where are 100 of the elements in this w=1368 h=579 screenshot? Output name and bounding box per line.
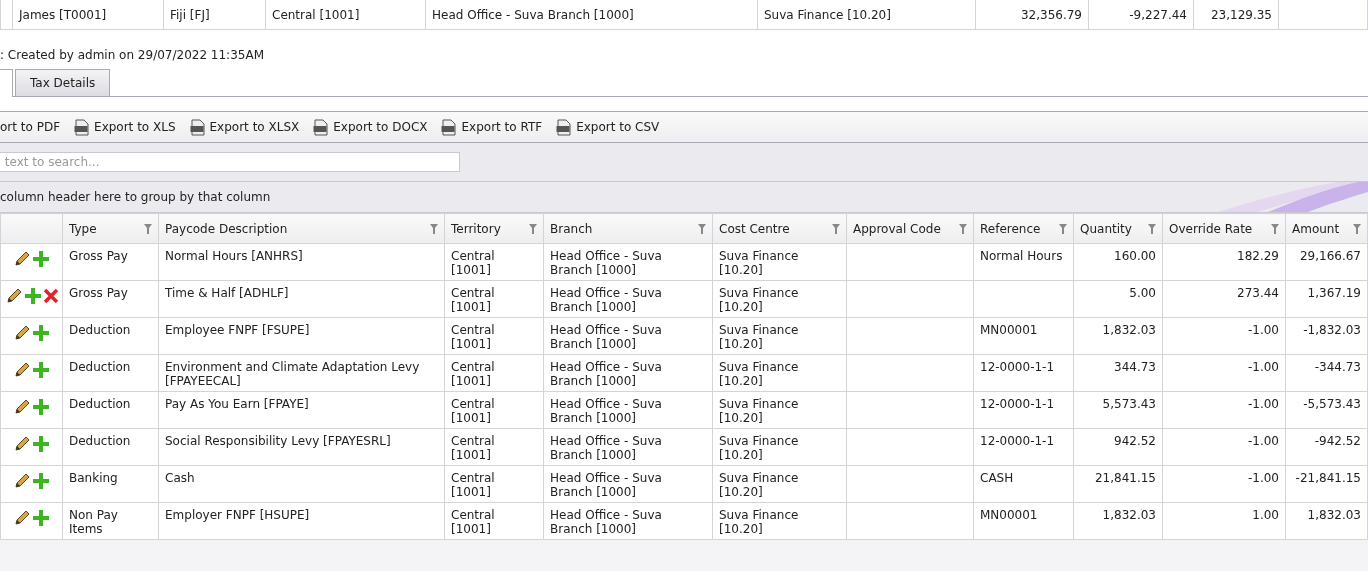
table-cell: -942.52 (1314, 434, 1361, 448)
table-cell: Cash (165, 471, 195, 485)
filter-icon[interactable] (1353, 223, 1361, 234)
table-cell: Banking (69, 471, 118, 485)
filter-icon[interactable] (832, 223, 840, 234)
table-cell: Suva Finance [10.20] (719, 434, 799, 462)
table-cell: James [T0001] (19, 7, 107, 22)
table-cell: Normal Hours [ANHRS] (165, 249, 303, 263)
pencil-icon[interactable] (13, 472, 31, 490)
table-cell: Central [1001] (451, 508, 495, 536)
table-cell: -1.00 (1247, 471, 1279, 485)
table-cell: Suva Finance [10.20] (719, 249, 799, 277)
table-cell: 12-0000-1-1 (980, 360, 1055, 374)
column-header[interactable]: Reference (973, 213, 1074, 244)
pencil-icon[interactable] (13, 250, 31, 268)
table-cell: Suva Finance [10.20] (719, 508, 799, 536)
filter-icon[interactable] (529, 223, 537, 234)
column-header[interactable]: Approval Code (846, 213, 974, 244)
table-cell: -9,227.44 (1129, 7, 1187, 22)
search-field[interactable]: text to search... (0, 152, 460, 172)
table-cell: Head Office - Suva Branch [1000] (550, 397, 662, 425)
column-header[interactable]: Branch (543, 213, 713, 244)
table-cell: -21,841.15 (1295, 471, 1361, 485)
table-cell: -344.73 (1314, 360, 1361, 374)
table-cell: MN00001 (980, 323, 1038, 337)
table-cell: MN00001 (980, 508, 1038, 522)
table-cell: 344.73 (1114, 360, 1156, 374)
table-cell: -1.00 (1247, 323, 1279, 337)
table-cell: Pay As You Earn [FPAYE] (165, 397, 309, 411)
pencil-icon[interactable] (4, 287, 23, 305)
document-icon (441, 118, 457, 136)
export-button[interactable]: Export to DOCX (313, 118, 428, 136)
export-button[interactable]: ort to PDF (0, 120, 61, 134)
export-button[interactable]: Export to XLSX (189, 118, 300, 136)
table-cell: 29,166.67 (1299, 249, 1361, 263)
column-header[interactable]: Paycode Description (158, 213, 445, 244)
table-cell: Suva Finance [10.20] (719, 323, 799, 351)
table-cell: Employer FNPF [HSUPE] (165, 508, 310, 522)
tab[interactable] (0, 69, 13, 97)
pencil-icon[interactable] (13, 398, 31, 416)
group-panel-hint: column header here to group by that column (0, 190, 271, 204)
table-cell: Non Pay Items (69, 508, 118, 536)
column-header[interactable]: Amount (1285, 213, 1368, 244)
table-cell: Normal Hours (980, 249, 1063, 263)
table-cell: Fiji [FJ] (170, 7, 210, 22)
table-cell: -1,832.03 (1303, 323, 1361, 337)
table-cell: 160.00 (1114, 249, 1156, 263)
table-cell: -5,573.43 (1303, 397, 1361, 411)
export-button[interactable]: Export to CSV (556, 118, 660, 136)
column-header[interactable]: Cost Centre (712, 213, 847, 244)
filter-icon[interactable] (144, 223, 152, 234)
table-cell: -1.00 (1247, 360, 1279, 374)
filter-icon[interactable] (698, 223, 706, 234)
pencil-icon[interactable] (13, 435, 31, 453)
export-button[interactable]: Export to RTF (441, 118, 543, 136)
table-cell: CASH (980, 471, 1014, 485)
table-cell: Central [1001] (272, 7, 360, 22)
table-cell: Head Office - Suva Branch [1000] (550, 360, 662, 388)
table-cell: Deduction (69, 323, 131, 337)
table-cell: Central [1001] (451, 434, 495, 462)
table-cell: 1.00 (1252, 508, 1279, 522)
filter-icon[interactable] (1059, 223, 1067, 234)
filter-icon[interactable] (430, 223, 438, 234)
column-header[interactable]: Territory (444, 213, 544, 244)
table-cell: Deduction (69, 360, 131, 374)
table-cell: Suva Finance [10.20] (719, 360, 799, 388)
pencil-icon[interactable] (13, 509, 31, 527)
table-cell: Time & Half [ADHLF] (165, 286, 289, 300)
column-header[interactable]: Quantity (1073, 213, 1163, 244)
pencil-icon[interactable] (13, 324, 31, 342)
table-cell: Central [1001] (451, 323, 495, 351)
column-header[interactable]: Type (62, 213, 159, 244)
table-cell: Suva Finance [10.20] (719, 397, 799, 425)
table-cell: 5,573.43 (1102, 397, 1156, 411)
table-cell: Central [1001] (451, 471, 495, 499)
table-cell: Head Office - Suva Branch [1000] (550, 508, 662, 536)
table-cell: Central [1001] (451, 360, 495, 388)
table-cell: Central [1001] (451, 286, 495, 314)
filter-icon[interactable] (959, 223, 967, 234)
pencil-icon[interactable] (13, 361, 31, 379)
table-cell: 1,832.03 (1307, 508, 1361, 522)
table-cell: 273.44 (1237, 286, 1279, 300)
table-cell: 23,129.35 (1210, 7, 1272, 22)
table-cell: 32,356.79 (1020, 7, 1082, 22)
table-cell: Central [1001] (451, 249, 495, 277)
export-button[interactable]: Export to XLS (74, 118, 176, 136)
table-cell: Gross Pay (69, 249, 128, 263)
filter-icon[interactable] (1271, 223, 1279, 234)
table-cell: 5.00 (1129, 286, 1156, 300)
audit-info: : Created by admin on 29/07/2022 11:35AM (0, 47, 265, 63)
table-cell: Social Responsibility Levy [FPAYESRL] (165, 434, 391, 448)
delete-icon[interactable] (42, 288, 59, 304)
column-header[interactable]: Override Rate (1162, 213, 1286, 244)
tab[interactable]: Tax Details (15, 69, 111, 96)
table-cell: Deduction (69, 434, 131, 448)
table-cell: Head Office - Suva Branch [1000] (550, 471, 662, 499)
table-cell: 21,841.15 (1094, 471, 1156, 485)
table-cell: Suva Finance [10.20] (719, 286, 799, 314)
table-cell: Suva Finance [10.20] (719, 471, 799, 499)
filter-icon[interactable] (1148, 223, 1156, 234)
